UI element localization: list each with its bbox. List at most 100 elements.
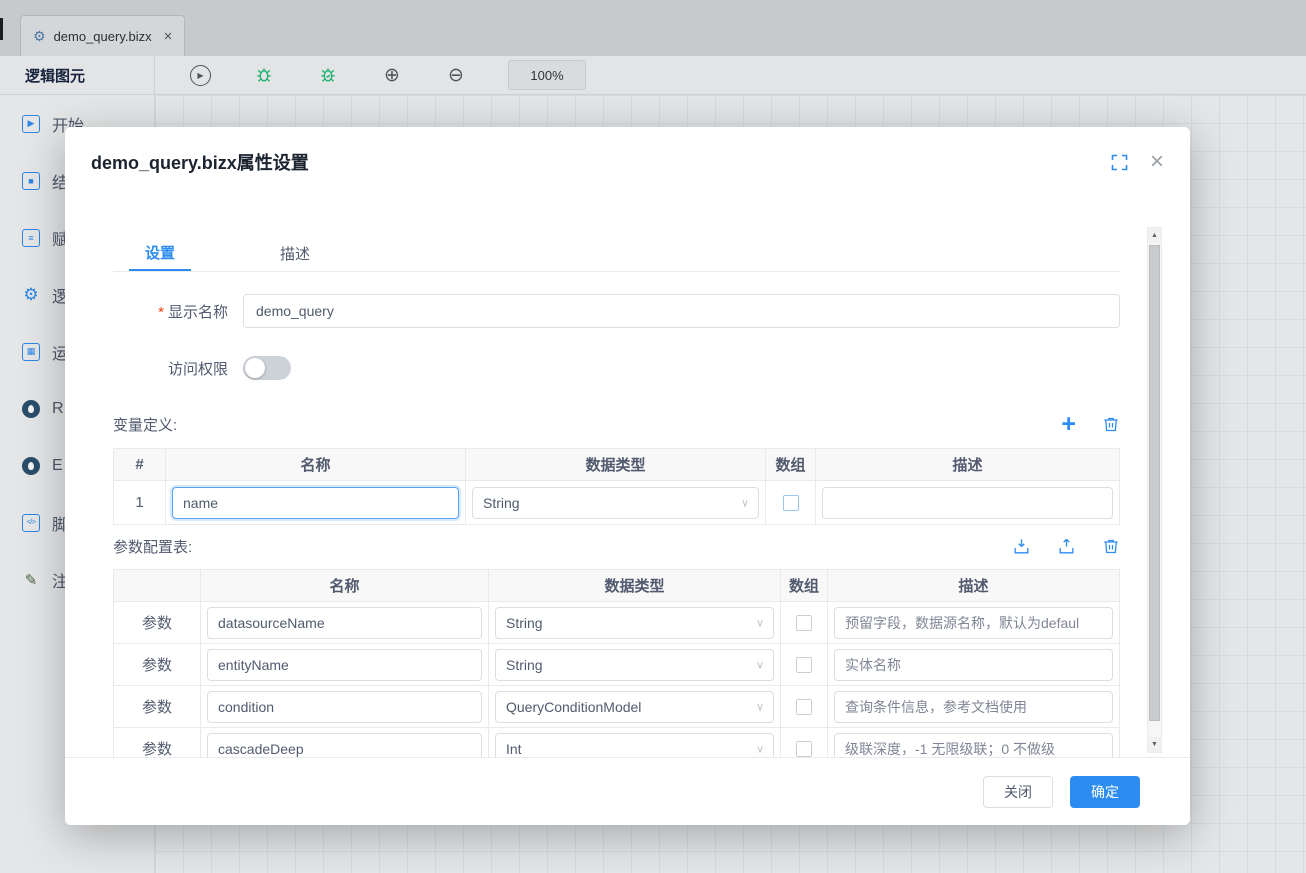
confirm-button[interactable]: 确定 [1070, 776, 1140, 808]
chevron-down-icon: ∨ [756, 658, 764, 671]
param-type-select[interactable]: String∨ [495, 607, 774, 639]
properties-dialog: demo_query.bizx属性设置 × 设置 描述 *显示名称 访问权限 [65, 127, 1190, 825]
var-header-array: 数组 [766, 449, 816, 481]
trash-icon [1102, 415, 1120, 434]
dialog-close-icon[interactable]: × [1150, 150, 1164, 174]
param-type-select[interactable]: String∨ [495, 649, 774, 681]
param-desc-input[interactable] [834, 607, 1113, 639]
var-header-index: # [114, 449, 166, 481]
variables-section-label: 变量定义: [113, 414, 177, 435]
display-name-label: *显示名称 [113, 301, 228, 322]
fullscreen-button[interactable] [1111, 154, 1128, 171]
params-section-label: 参数配置表: [113, 536, 192, 557]
display-name-row: *显示名称 [113, 294, 1120, 328]
dialog-body: 设置 描述 *显示名称 访问权限 变量定义: + [65, 197, 1190, 757]
fullscreen-icon [1111, 154, 1128, 171]
param-type-cell: String∨ [489, 644, 781, 686]
dialog-tabs: 设置 描述 [113, 235, 1120, 272]
param-desc-cell [828, 728, 1119, 757]
chevron-down-icon: ∨ [756, 616, 764, 629]
tab-description[interactable]: 描述 [264, 235, 326, 271]
param-name-cell [201, 602, 489, 644]
param-desc-cell [828, 686, 1119, 728]
access-row: 访问权限 [113, 356, 1120, 380]
param-name-cell [201, 644, 489, 686]
scrollbar-thumb[interactable] [1149, 245, 1160, 721]
param-row-kind: 参数 [114, 686, 201, 728]
chevron-down-icon: ∨ [756, 742, 764, 755]
delete-param-button[interactable] [1102, 537, 1120, 556]
dialog-header-icons: × [1111, 150, 1164, 174]
param-name-input[interactable] [207, 649, 482, 681]
access-label: 访问权限 [113, 358, 228, 379]
download-config-icon [1012, 537, 1031, 556]
param-array-checkbox[interactable] [796, 615, 812, 631]
param-array-cell [781, 728, 828, 757]
scroll-up-icon[interactable]: ▲ [1148, 228, 1161, 243]
var-desc-cell [816, 481, 1119, 525]
param-array-checkbox[interactable] [796, 699, 812, 715]
close-button[interactable]: 关闭 [983, 776, 1053, 808]
params-section-icons [1012, 537, 1120, 556]
var-header-type: 数据类型 [466, 449, 766, 481]
param-array-cell [781, 644, 828, 686]
param-array-cell [781, 686, 828, 728]
param-type-select[interactable]: QueryConditionModel∨ [495, 691, 774, 723]
param-row-kind: 参数 [114, 728, 201, 757]
param-header-desc: 描述 [828, 570, 1119, 602]
param-desc-cell [828, 644, 1119, 686]
add-variable-icon[interactable]: + [1061, 412, 1076, 437]
param-row-kind: 参数 [114, 644, 201, 686]
param-desc-input[interactable] [834, 649, 1113, 681]
param-type-select[interactable]: Int∨ [495, 733, 774, 758]
var-array-cell [766, 481, 816, 525]
param-desc-input[interactable] [834, 691, 1113, 723]
trash-icon [1102, 537, 1120, 556]
param-name-input[interactable] [207, 691, 482, 723]
param-desc-cell [828, 602, 1119, 644]
var-header-name: 名称 [166, 449, 466, 481]
param-name-input[interactable] [207, 607, 482, 639]
param-array-cell [781, 602, 828, 644]
upload-config-icon [1057, 537, 1076, 556]
delete-variable-button[interactable] [1102, 415, 1120, 434]
var-type-cell: String ∨ [466, 481, 766, 525]
import-params-button[interactable] [1012, 537, 1031, 556]
toggle-knob [245, 358, 265, 378]
display-name-input[interactable] [243, 294, 1120, 328]
param-name-cell [201, 686, 489, 728]
variables-section-icons: + [1061, 412, 1120, 437]
var-row-index: 1 [114, 481, 166, 525]
param-header-array: 数组 [781, 570, 828, 602]
var-header-desc: 描述 [816, 449, 1119, 481]
dialog-scrollbar[interactable]: ▲ ▼ [1147, 227, 1162, 753]
chevron-down-icon: ∨ [756, 700, 764, 713]
param-name-input[interactable] [207, 733, 482, 758]
dialog-header: demo_query.bizx属性设置 × [65, 127, 1190, 197]
export-params-button[interactable] [1057, 537, 1076, 556]
param-header-type: 数据类型 [489, 570, 781, 602]
param-name-cell [201, 728, 489, 757]
scroll-down-icon[interactable]: ▼ [1148, 737, 1161, 752]
tab-settings[interactable]: 设置 [129, 235, 191, 271]
var-name-cell [166, 481, 466, 525]
param-type-cell: QueryConditionModel∨ [489, 686, 781, 728]
var-name-input[interactable] [172, 487, 459, 519]
params-section-bar: 参数配置表: [113, 532, 1120, 560]
param-row-kind: 参数 [114, 602, 201, 644]
param-header-kind [114, 570, 201, 602]
variables-table: # 名称 数据类型 数组 描述 1 String ∨ [113, 448, 1120, 525]
variables-section-bar: 变量定义: + [113, 410, 1120, 438]
access-toggle[interactable] [243, 356, 291, 380]
required-mark: * [158, 304, 164, 321]
params-table: 名称 数据类型 数组 描述 参数 String∨ 参数 String∨ 参数 [113, 569, 1120, 757]
chevron-down-icon: ∨ [741, 496, 749, 509]
dialog-title: demo_query.bizx属性设置 [91, 149, 309, 175]
param-desc-input[interactable] [834, 733, 1113, 758]
var-type-select[interactable]: String ∨ [472, 487, 759, 519]
var-desc-input[interactable] [822, 487, 1113, 519]
dialog-footer: 关闭 确定 [65, 757, 1190, 825]
var-array-checkbox[interactable] [783, 495, 799, 511]
param-array-checkbox[interactable] [796, 741, 812, 757]
param-array-checkbox[interactable] [796, 657, 812, 673]
